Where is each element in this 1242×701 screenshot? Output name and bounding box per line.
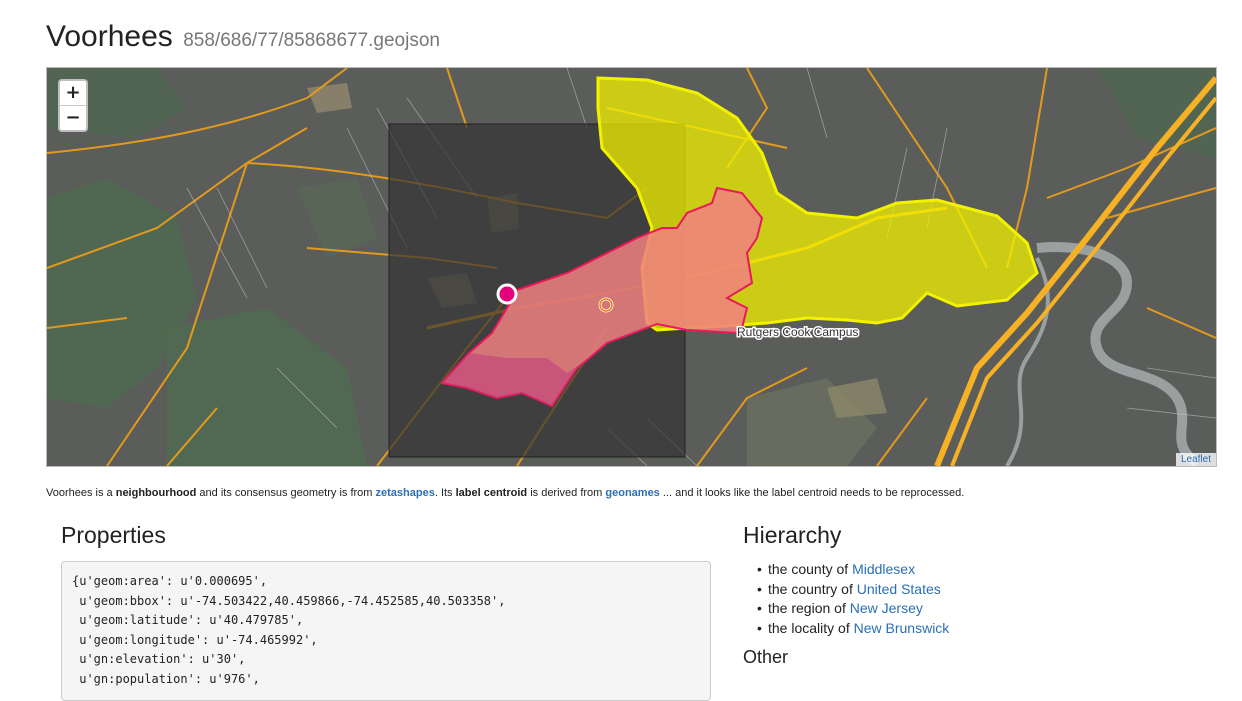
list-item: the region of New Jersey: [757, 599, 1068, 619]
locality-link[interactable]: New Brunswick: [854, 620, 950, 636]
page-title: Voorhees 858/686/77/85868677.geojson: [46, 20, 440, 54]
description: Voorhees is a neighbourhood and its cons…: [46, 487, 964, 499]
code-line: u'geom:latitude': u'40.479785',: [72, 613, 304, 627]
hierarchy-prefix: the region of: [768, 600, 850, 617]
zoom-out-button[interactable]: −: [60, 106, 86, 130]
hierarchy-section: Hierarchy the county of Middlesex the co…: [743, 522, 949, 638]
hierarchy-prefix: the county of: [768, 561, 853, 577]
place-label: Rutgers Cook Campus: [737, 325, 858, 339]
properties-heading: Properties: [61, 522, 166, 548]
list-item: the county of Middlesex: [757, 560, 1068, 580]
zoom-control: + −: [58, 79, 88, 132]
map-canvas[interactable]: Rutgers Cook Campus: [47, 68, 1216, 466]
map-attribution: Leaflet: [1175, 453, 1216, 466]
list-item: the locality of New Brunswick: [757, 619, 1068, 639]
code-line: u'gn:population': u'976',: [72, 671, 260, 686]
properties-section: Properties: [61, 522, 166, 549]
code-line: u'geom:longitude': u'-74.465992',: [72, 632, 318, 647]
region-link[interactable]: New Jersey: [850, 600, 923, 616]
desc-text-2: and its consensus geometry is from: [196, 487, 376, 499]
hierarchy-list: the county of Middlesex the country of U…: [757, 560, 1068, 639]
desc-name: Voorhees: [46, 487, 93, 499]
map[interactable]: Rutgers Cook Campus + − Leaflet: [46, 67, 1217, 467]
hierarchy-heading: Hierarchy: [743, 522, 842, 548]
label-centroid-marker[interactable]: [496, 283, 518, 305]
place-name: Voorhees: [46, 20, 173, 53]
geojson-path: 858/686/77/85868677.geojson: [183, 30, 440, 51]
county-link[interactable]: Middlesex: [852, 561, 915, 577]
river: [1036, 242, 1201, 466]
desc-text-1: is a: [92, 487, 116, 499]
code-line: u'geom:bbox': u'-74.503422,40.459866,-74…: [72, 593, 506, 608]
other-heading: Other: [743, 647, 789, 667]
leaflet-link[interactable]: Leaflet: [1181, 454, 1211, 465]
code-line: {u'geom:area': u'0.000695',: [72, 574, 268, 588]
zoom-in-button[interactable]: +: [60, 81, 86, 106]
desc-text-5: ... and it looks like the label centroid…: [659, 487, 965, 499]
desc-text-3: . Its: [434, 487, 456, 499]
list-item: the country of United States: [757, 580, 1068, 600]
geom-source-link[interactable]: zetashapes: [376, 487, 435, 499]
code-line: u'gn:elevation': u'30',: [72, 652, 246, 666]
properties-code: {u'geom:area': u'0.000695', u'geom:bbox'…: [61, 561, 711, 701]
desc-label-centroid: label centroid: [455, 487, 528, 499]
hierarchy-prefix: the country of: [768, 580, 857, 597]
country-link[interactable]: United States: [857, 581, 941, 597]
centroid-source-link[interactable]: geonames: [605, 487, 659, 499]
desc-placetype: neighbourhood: [115, 487, 197, 499]
hierarchy-prefix: the locality of: [768, 619, 854, 636]
desc-text-4: is derived from: [527, 487, 606, 499]
